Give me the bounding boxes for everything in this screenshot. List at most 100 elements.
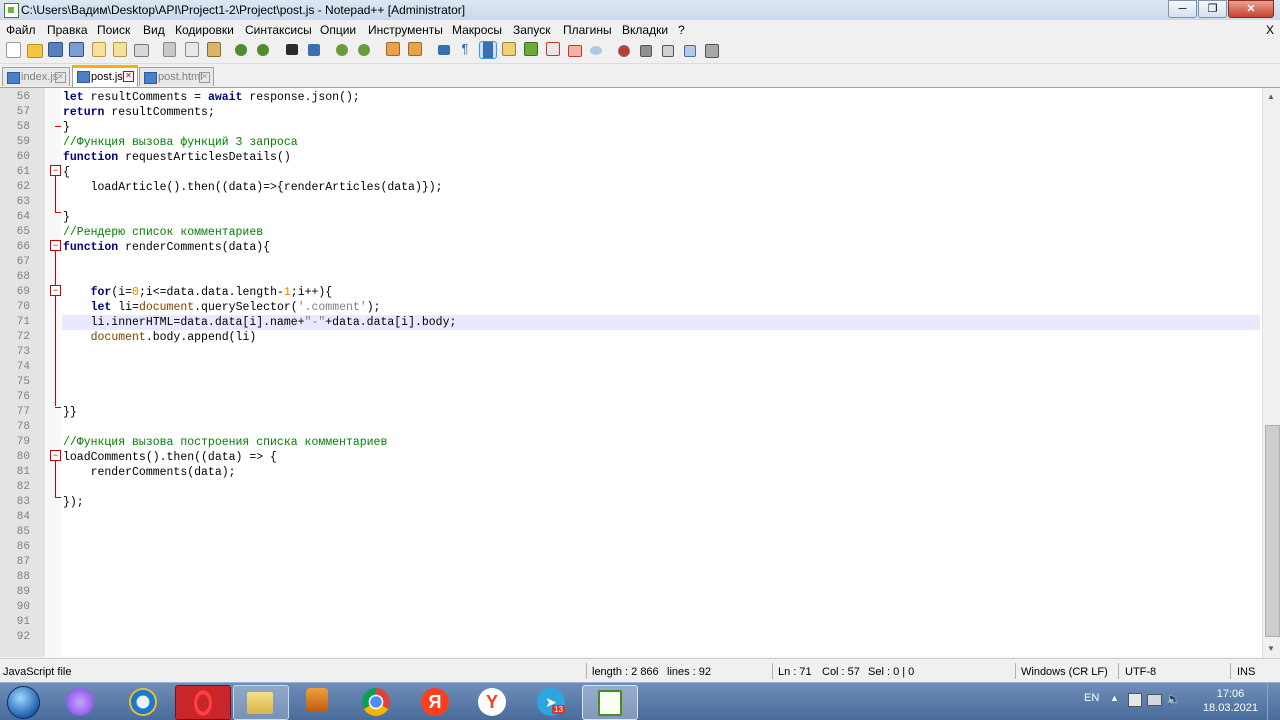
menu-file[interactable]: Файл	[6, 23, 36, 37]
menu-edit[interactable]: Правка	[47, 23, 88, 37]
close-tab-icon[interactable]: ✕	[55, 72, 66, 83]
close-all-icon[interactable]	[113, 42, 127, 57]
save-macro-icon[interactable]	[705, 44, 719, 58]
close-file-icon[interactable]	[92, 42, 106, 57]
show-all-characters-icon[interactable]: ¶	[460, 42, 470, 56]
vertical-scrollbar[interactable]: ▲ ▼	[1262, 88, 1280, 657]
code-line[interactable]: loadComments().then((data) => {	[63, 450, 277, 465]
start-button[interactable]	[2, 684, 42, 719]
code-line[interactable]: }}	[63, 405, 77, 420]
function-list-icon[interactable]	[546, 42, 560, 56]
save-icon[interactable]	[48, 42, 63, 57]
taskbar-app[interactable]	[290, 685, 344, 718]
taskbar-app[interactable]: Я	[408, 685, 462, 718]
menu-help[interactable]: ?	[678, 23, 685, 37]
word-wrap-icon[interactable]	[438, 45, 450, 55]
code-line[interactable]: }	[63, 210, 70, 225]
code-line[interactable]: loadArticle().then((data)=>{renderArticl…	[63, 180, 443, 195]
taskbar-app-active[interactable]	[582, 685, 638, 720]
menu-macros[interactable]: Макросы	[452, 23, 502, 37]
taskbar-app[interactable]: Y	[465, 685, 519, 718]
menu-search[interactable]: Поиск	[97, 23, 130, 37]
code-line[interactable]: //Функция вызова функций 3 запроса	[63, 135, 298, 150]
menu-run[interactable]: Запуск	[513, 23, 551, 37]
menu-tabs[interactable]: Вкладки	[622, 23, 668, 37]
code-line[interactable]: {	[63, 165, 70, 180]
monitoring-icon[interactable]	[590, 46, 602, 55]
close-document-button[interactable]: X	[1266, 23, 1274, 37]
print-icon[interactable]	[134, 44, 149, 57]
code-line[interactable]: renderComments(data);	[63, 465, 236, 480]
volume-icon[interactable]: 🔈	[1166, 692, 1181, 706]
restore-button[interactable]: ❐	[1198, 0, 1227, 18]
fold-toggle-icon[interactable]: −	[50, 285, 61, 296]
scrollbar-thumb[interactable]	[1265, 425, 1280, 637]
tab-post-html[interactable]: post.html ✕	[139, 67, 214, 86]
minimize-button[interactable]: ─	[1168, 0, 1197, 18]
code-line[interactable]: let li=document.querySelector('.comment'…	[63, 300, 381, 315]
taskbar-app[interactable]	[116, 685, 170, 718]
fold-toggle-icon[interactable]: −	[50, 450, 61, 461]
code-line[interactable]: li.innerHTML=data.data[i].name+"-"+data.…	[63, 315, 457, 330]
copy-icon[interactable]	[185, 42, 199, 57]
taskbar-app[interactable]	[233, 685, 289, 720]
code-line[interactable]: });	[63, 495, 84, 510]
redo-icon[interactable]	[257, 44, 269, 56]
code-line[interactable]: //Рендерю список комментариев	[63, 225, 263, 240]
fold-toggle-icon[interactable]: −	[50, 165, 61, 176]
new-file-icon[interactable]	[6, 42, 21, 58]
network-icon[interactable]	[1147, 694, 1162, 706]
code-line[interactable]: }	[63, 120, 70, 135]
code-line[interactable]: return resultComments;	[63, 105, 215, 120]
user-defined-language-icon[interactable]	[502, 42, 516, 56]
tab-index-js[interactable]: index.js ✕	[2, 67, 70, 86]
code-editor[interactable]: 56 let resultComments = await response.js…	[0, 88, 1262, 657]
clock[interactable]: 17:06 18.03.2021	[1203, 687, 1258, 715]
sync-vertical-icon[interactable]	[386, 42, 400, 56]
open-file-icon[interactable]	[27, 44, 43, 58]
stop-macro-icon[interactable]	[640, 45, 652, 57]
sync-horizontal-icon[interactable]	[408, 42, 422, 56]
action-center-icon[interactable]	[1128, 693, 1142, 707]
undo-icon[interactable]	[235, 44, 247, 56]
run-macro-multiple-icon[interactable]	[684, 45, 696, 57]
close-tab-icon[interactable]: ✕	[199, 72, 210, 83]
play-macro-icon[interactable]	[662, 45, 674, 57]
zoom-in-icon[interactable]	[336, 44, 348, 56]
replace-icon[interactable]	[308, 44, 320, 56]
code-line[interactable]: for(i=0;i<=data.data.length-1;i++){	[63, 285, 333, 300]
folder-as-workspace-icon[interactable]	[568, 45, 582, 57]
scroll-down-icon[interactable]: ▼	[1267, 644, 1275, 653]
zoom-out-icon[interactable]	[358, 44, 370, 56]
menu-syntax[interactable]: Синтаксисы	[245, 23, 312, 37]
scroll-up-icon[interactable]: ▲	[1267, 92, 1275, 101]
fold-toggle-icon[interactable]: −	[50, 240, 61, 251]
close-tab-icon[interactable]: ✕	[123, 71, 134, 82]
save-all-icon[interactable]	[69, 42, 84, 57]
menu-view[interactable]: Вид	[143, 23, 165, 37]
record-macro-icon[interactable]	[618, 45, 630, 57]
taskbar-app[interactable]	[349, 685, 403, 718]
menu-plugins[interactable]: Плагины	[563, 23, 612, 37]
find-icon[interactable]	[286, 44, 298, 55]
code-line[interactable]: let resultComments = await response.json…	[63, 90, 360, 105]
taskbar-app[interactable]	[175, 685, 231, 720]
taskbar-app[interactable]: ➤ 13	[524, 685, 578, 718]
show-hidden-icons-icon[interactable]: ▲	[1110, 693, 1119, 703]
language-indicator[interactable]: EN	[1084, 692, 1099, 704]
cut-icon[interactable]	[163, 42, 176, 57]
tab-post-js[interactable]: post.js ✕	[72, 65, 138, 87]
show-desktop-button[interactable]	[1267, 683, 1280, 720]
menu-options[interactable]: Опции	[320, 23, 356, 37]
close-button[interactable]: ✕	[1228, 0, 1274, 18]
code-line[interactable]: function renderComments(data){	[63, 240, 270, 255]
document-map-icon[interactable]	[524, 42, 538, 56]
code-line[interactable]: document.body.append(li)	[63, 330, 257, 345]
indent-guide-icon[interactable]	[479, 41, 497, 59]
paste-icon[interactable]	[207, 42, 221, 57]
taskbar-app[interactable]	[53, 685, 107, 718]
code-line[interactable]: //Функция вызова построения списка комме…	[63, 435, 387, 450]
menu-encoding[interactable]: Кодировки	[175, 23, 234, 37]
menu-tools[interactable]: Инструменты	[368, 23, 443, 37]
code-line[interactable]: function requestArticlesDetails()	[63, 150, 291, 165]
